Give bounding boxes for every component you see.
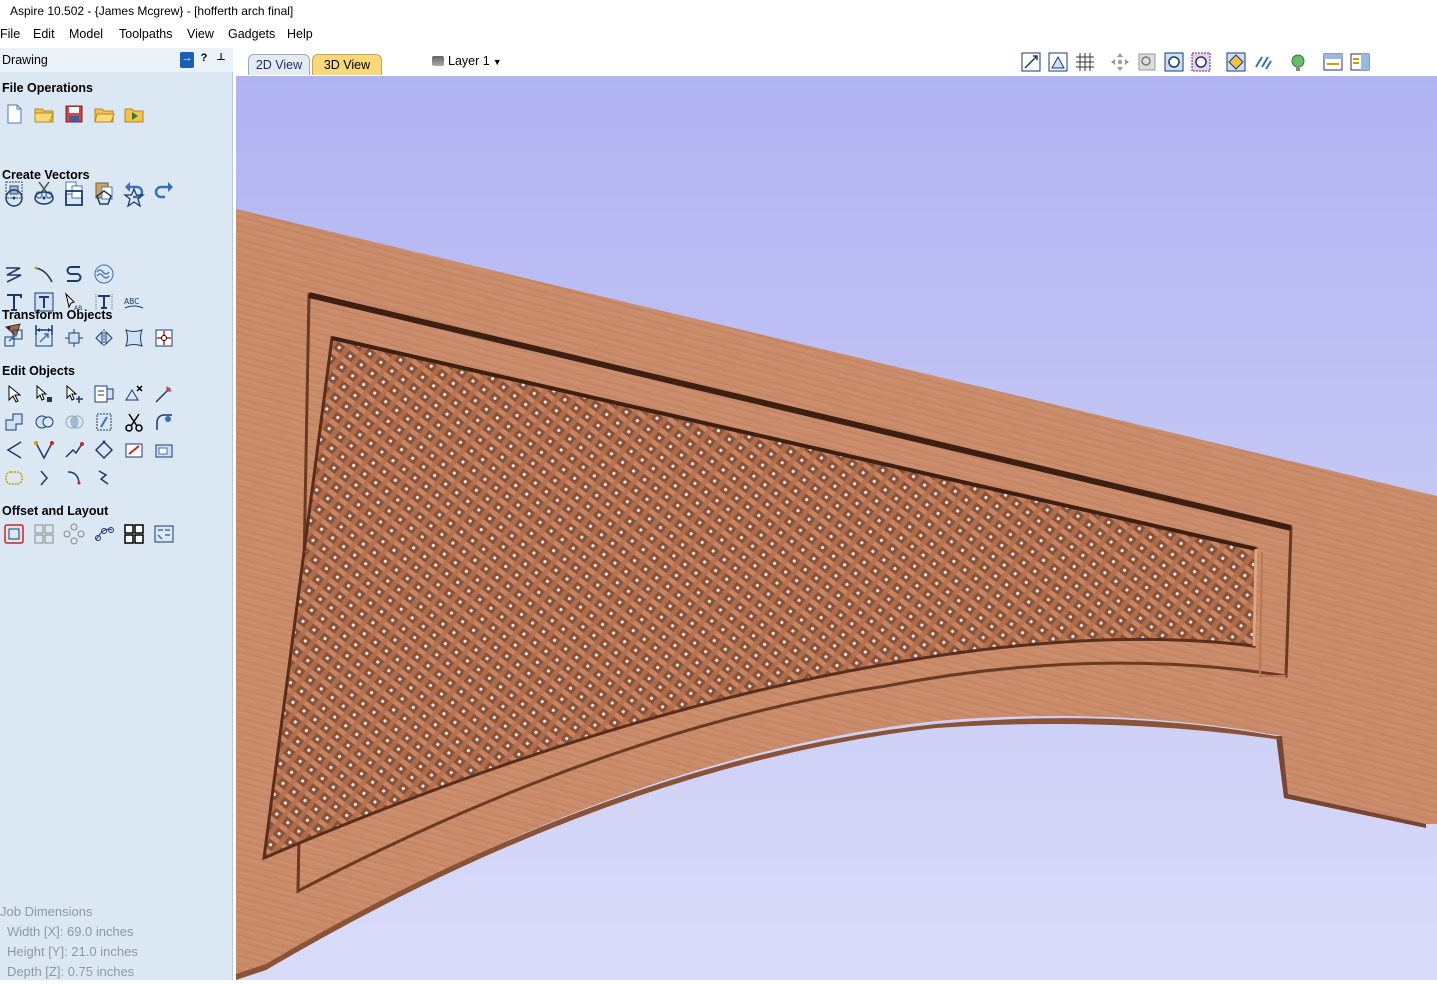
- trim-scissors-icon[interactable]: [123, 411, 145, 433]
- layer-selector[interactable]: Layer 1 ▼: [432, 54, 502, 68]
- section-offset-layout: Offset and Layout: [2, 504, 109, 518]
- drawing-panel: Drawing → ? ⊥ File Operations Create Vec…: [0, 48, 233, 980]
- nesting-icon[interactable]: [123, 523, 145, 545]
- text-arc-icon[interactable]: ABC: [123, 291, 145, 313]
- menu-view[interactable]: View: [187, 27, 214, 41]
- open-folder-icon[interactable]: [93, 103, 115, 125]
- extend-vector-icon[interactable]: [33, 439, 55, 461]
- draw-arc-icon[interactable]: [33, 263, 55, 285]
- pan-view-icon[interactable]: [1109, 51, 1131, 73]
- zoom-extents-icon[interactable]: [1163, 51, 1185, 73]
- draw-polygon-icon[interactable]: [93, 187, 115, 209]
- menu-edit[interactable]: Edit: [33, 27, 55, 41]
- new-file-icon[interactable]: [3, 103, 25, 125]
- smart-smooth-icon[interactable]: [153, 439, 175, 461]
- split-panel-icon[interactable]: [1349, 51, 1371, 73]
- transform-mode-icon[interactable]: [63, 383, 85, 405]
- svg-text:ABC: ABC: [124, 297, 139, 306]
- drawing-panel-header: Drawing → ? ⊥: [0, 48, 233, 72]
- job-dimensions-heading: Job Dimensions: [0, 904, 93, 919]
- draw-circle-icon[interactable]: [3, 187, 25, 209]
- array-copy-icon[interactable]: [33, 523, 55, 545]
- offset-icon[interactable]: [3, 523, 25, 545]
- section-edit-objects: Edit Objects: [2, 364, 75, 378]
- draw-rectangle-icon[interactable]: [63, 187, 85, 209]
- set-position-icon[interactable]: [153, 327, 175, 349]
- section-transform-objects: Transform Objects: [2, 308, 113, 322]
- move-icon[interactable]: [3, 327, 25, 349]
- view-iso-icon[interactable]: [1020, 51, 1042, 73]
- layer-label: Layer 1: [448, 54, 490, 68]
- corner-icon[interactable]: [3, 439, 25, 461]
- window-title: Aspire 10.502 - {James Mcgrew} - [hoffer…: [0, 0, 1437, 22]
- job-depth: Depth [Z]: 0.75 inches: [7, 964, 135, 979]
- redo-icon[interactable]: [153, 179, 175, 201]
- job-width: Width [X]: 69.0 inches: [7, 924, 134, 939]
- panel-help-icon[interactable]: ?: [197, 52, 211, 68]
- 3d-viewport[interactable]: [236, 76, 1437, 980]
- zoom-selected-icon[interactable]: [1190, 51, 1212, 73]
- circular-array-icon[interactable]: [63, 523, 85, 545]
- menu-bar: File Edit Model Toolpaths View Gadgets H…: [0, 22, 1437, 48]
- draw-star-icon[interactable]: [123, 187, 145, 209]
- menu-file[interactable]: File: [0, 27, 20, 41]
- close-vector-icon[interactable]: [123, 439, 145, 461]
- bezier-fit-icon[interactable]: [93, 467, 115, 489]
- node-edit-icon[interactable]: [33, 383, 55, 405]
- toolpath-preview-icon[interactable]: [1252, 51, 1274, 73]
- section-file-operations: File Operations: [2, 81, 93, 95]
- layers-icon: [432, 56, 444, 66]
- join-vectors-icon[interactable]: [93, 439, 115, 461]
- plate-layout-icon[interactable]: [153, 523, 175, 545]
- view-top-icon[interactable]: [1047, 51, 1069, 73]
- line-fit-icon[interactable]: [63, 439, 85, 461]
- import-file-icon[interactable]: [123, 103, 145, 125]
- overlap-icon[interactable]: [93, 411, 115, 433]
- snap-icon[interactable]: [1225, 51, 1247, 73]
- scale-icon[interactable]: [33, 327, 55, 349]
- mirror-icon[interactable]: [93, 327, 115, 349]
- subtract-icon[interactable]: [33, 411, 55, 433]
- draw-wave-icon[interactable]: [93, 263, 115, 285]
- tab-2d-view[interactable]: 2D View: [248, 54, 310, 75]
- menu-toolpaths[interactable]: Toolpaths: [119, 27, 173, 41]
- delete-objects-icon[interactable]: [123, 383, 145, 405]
- job-height: Height [Y]: 21.0 inches: [7, 944, 138, 959]
- menu-gadgets[interactable]: Gadgets: [228, 27, 275, 41]
- draw-ellipse-icon[interactable]: [33, 187, 55, 209]
- panel-undock-icon[interactable]: →: [180, 52, 194, 68]
- section-create-vectors: Create Vectors: [2, 168, 90, 182]
- view-toolbar: 2D View 3D View Layer 1 ▼: [236, 48, 1437, 76]
- vector-arrow-icon[interactable]: [33, 467, 55, 489]
- fillet-icon[interactable]: [153, 411, 175, 433]
- zoom-box-icon[interactable]: [1136, 51, 1158, 73]
- save-file-icon[interactable]: [63, 103, 85, 125]
- interactive-select-icon[interactable]: [93, 383, 115, 405]
- tab-3d-view[interactable]: 3D View: [312, 54, 382, 75]
- lighting-icon[interactable]: [1287, 51, 1309, 73]
- panel-title: Drawing: [2, 53, 48, 67]
- grid-icon[interactable]: [1074, 51, 1096, 73]
- menu-model[interactable]: Model: [69, 27, 103, 41]
- open-file-icon[interactable]: [33, 103, 55, 125]
- layout-panel-icon[interactable]: [1322, 51, 1344, 73]
- measure-icon[interactable]: [153, 383, 175, 405]
- copy-along-vector-icon[interactable]: [93, 523, 115, 545]
- select-icon[interactable]: [3, 383, 25, 405]
- draw-curve-icon[interactable]: [63, 263, 85, 285]
- distort-icon[interactable]: [123, 327, 145, 349]
- arc-fit-icon[interactable]: [63, 467, 85, 489]
- menu-help[interactable]: Help: [287, 27, 313, 41]
- align-icon[interactable]: [63, 327, 85, 349]
- job-dimensions: Job Dimensions Width [X]: 69.0 inches He…: [0, 904, 138, 984]
- intersect-icon[interactable]: [63, 411, 85, 433]
- arch-3d-model: [236, 209, 1437, 980]
- draw-polyline-icon[interactable]: [3, 263, 25, 285]
- weld-icon[interactable]: [3, 411, 25, 433]
- panel-pin-icon[interactable]: ⊥: [214, 52, 228, 68]
- chevron-down-icon: ▼: [492, 57, 502, 67]
- curve-fit-icon[interactable]: [3, 467, 25, 489]
